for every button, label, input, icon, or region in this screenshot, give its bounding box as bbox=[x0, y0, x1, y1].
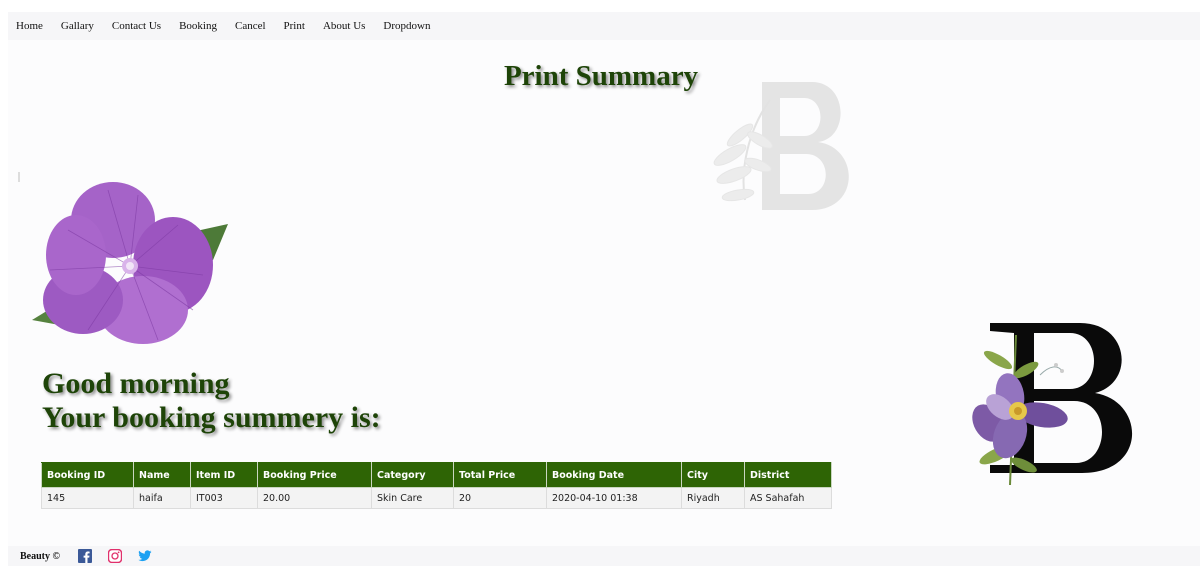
greeting-heading: Good morning Your booking summery is: bbox=[42, 367, 381, 435]
page-title: Print Summary bbox=[503, 60, 699, 92]
cell-district: AS Sahafah bbox=[744, 487, 832, 509]
cell-category: Skin Care bbox=[371, 487, 454, 509]
nav-gallary[interactable]: Gallary bbox=[52, 20, 103, 32]
cell-booking-id: 145 bbox=[41, 487, 134, 509]
cell-name: haifa bbox=[133, 487, 191, 509]
greeting-line-1: Good morning bbox=[42, 367, 230, 400]
facebook-icon[interactable] bbox=[77, 549, 92, 563]
cell-booking-date: 2020-04-10 01:38 bbox=[546, 487, 682, 509]
b-monogram-logo bbox=[972, 323, 1133, 486]
instagram-icon[interactable] bbox=[107, 549, 122, 563]
col-booking-date: Booking Date bbox=[546, 462, 682, 488]
col-district: District bbox=[744, 462, 832, 488]
footer: Beauty © bbox=[8, 546, 1200, 566]
nav-dropdown[interactable]: Dropdown bbox=[374, 20, 439, 32]
twitter-icon[interactable] bbox=[138, 549, 152, 563]
page: Home Gallary Contact Us Booking Cancel P… bbox=[0, 0, 1202, 566]
table-row: 145 haifa IT003 20.00 Skin Care 20 2020-… bbox=[41, 487, 832, 509]
col-total-price: Total Price bbox=[453, 462, 547, 488]
nav-booking[interactable]: Booking bbox=[170, 20, 226, 32]
nav-contact-us[interactable]: Contact Us bbox=[103, 20, 170, 32]
col-category: Category bbox=[371, 462, 454, 488]
nav-cancel[interactable]: Cancel bbox=[226, 20, 275, 32]
nav-print[interactable]: Print bbox=[275, 20, 314, 32]
col-booking-price: Booking Price bbox=[257, 462, 372, 488]
cell-booking-price: 20.00 bbox=[257, 487, 372, 509]
col-item-id: Item ID bbox=[190, 462, 258, 488]
cell-item-id: IT003 bbox=[190, 487, 258, 509]
purple-flower-image bbox=[32, 182, 228, 344]
table-header-row: Booking ID Name Item ID Booking Price Ca… bbox=[41, 462, 832, 488]
col-name: Name bbox=[133, 462, 191, 488]
cell-total-price: 20 bbox=[453, 487, 547, 509]
divider bbox=[18, 172, 20, 182]
top-navbar: Home Gallary Contact Us Booking Cancel P… bbox=[8, 12, 1200, 40]
nav-about-us[interactable]: About Us bbox=[314, 20, 374, 32]
cell-city: Riyadh bbox=[681, 487, 745, 509]
greeting-line-2: Your booking summery is: bbox=[42, 401, 381, 434]
nav-home[interactable]: Home bbox=[8, 20, 52, 32]
footer-copyright: Beauty © bbox=[20, 550, 60, 562]
col-city: City bbox=[681, 462, 745, 488]
booking-summary-table: Booking ID Name Item ID Booking Price Ca… bbox=[41, 462, 832, 509]
col-booking-id: Booking ID bbox=[41, 462, 134, 488]
